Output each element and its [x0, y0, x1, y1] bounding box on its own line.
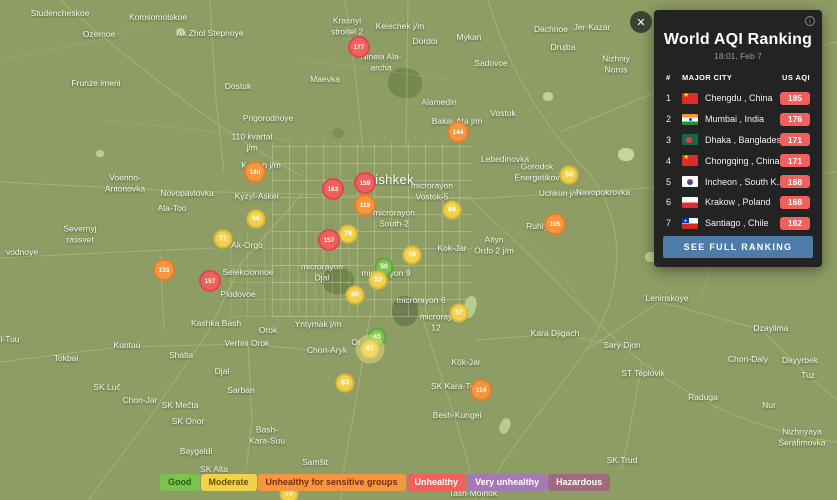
kr-flag-icon	[682, 176, 698, 187]
see-full-ranking-button[interactable]: SEE FULL RANKING	[663, 236, 813, 258]
city-name: Incheon , South K...	[705, 177, 780, 187]
city-name: Chengdu , China	[705, 93, 780, 103]
ranking-row[interactable]: 5 Incheon , South K...168	[654, 171, 822, 192]
aqi-badge: 176	[780, 113, 810, 126]
aqi-marker[interactable]: 60	[346, 286, 365, 305]
aqi-legend: GoodModerateUnhealthy for sensitive grou…	[160, 474, 610, 491]
rank-number: 3	[666, 135, 682, 145]
cn-flag-icon	[682, 155, 698, 166]
aqi-marker[interactable]: 159	[354, 172, 376, 194]
legend-item-very_unhealthy: Very unhealthy	[467, 474, 547, 491]
aqi-marker[interactable]: 144	[447, 121, 469, 143]
aqi-marker[interactable]: 76	[339, 225, 358, 244]
pl-flag-icon	[682, 197, 698, 208]
city-name: Mumbai , India	[705, 114, 780, 124]
aqi-badge: 168	[780, 196, 810, 209]
rank-number: 5	[666, 177, 682, 187]
close-icon: ✕	[636, 16, 645, 29]
ranking-row[interactable]: 2 Mumbai , India176	[654, 109, 822, 130]
aqi-marker[interactable]: 105	[544, 213, 566, 235]
rank-column-header: #	[666, 73, 682, 82]
ranking-row[interactable]: 6 Krakow , Poland168	[654, 192, 822, 213]
aqi-marker[interactable]: 67	[361, 340, 380, 359]
cn-flag-icon	[682, 93, 698, 104]
ranking-rows: 1 Chengdu , China185 2 Mumbai , India176 3 Dh…	[654, 88, 822, 234]
ranking-row[interactable]: 1 Chengdu , China185	[654, 88, 822, 109]
legend-item-hazardous: Hazardous	[548, 474, 610, 491]
aqi-marker[interactable]: 53	[369, 271, 388, 290]
city-column-header: MAJOR CITY	[682, 73, 782, 82]
aqi-marker[interactable]: 69	[443, 201, 462, 220]
aqi-marker[interactable]: 163	[322, 178, 344, 200]
city-name: Chongqing , China	[705, 156, 780, 166]
aqi-marker[interactable]: 66	[247, 210, 266, 229]
aqi-marker[interactable]: 59	[403, 246, 422, 265]
world-aqi-ranking-panel: i World AQI Ranking 18:01, Feb 7 # MAJOR…	[654, 10, 822, 267]
bd-flag-icon	[682, 134, 698, 145]
ranking-row[interactable]: 3 Dhaka , Bangladesh171	[654, 130, 822, 151]
aqi-marker[interactable]: 114	[470, 379, 492, 401]
aqi-marker[interactable]: 58	[560, 166, 579, 185]
ranking-header: # MAJOR CITY US AQI	[654, 73, 822, 82]
rank-number: 6	[666, 197, 682, 207]
city-name: Krakow , Poland	[705, 197, 780, 207]
legend-item-moderate: Moderate	[201, 474, 257, 491]
aqi-marker[interactable]: 133	[153, 259, 175, 281]
aqi-column-header: US AQI	[782, 73, 810, 82]
aqi-marker[interactable]: 157	[199, 270, 221, 292]
rank-number: 4	[666, 156, 682, 166]
city-name: Santiago , Chile	[705, 218, 780, 228]
legend-item-good: Good	[160, 474, 200, 491]
aqi-badge: 168	[780, 175, 810, 188]
legend-item-unhealthy: Unhealthy	[407, 474, 467, 491]
aqi-marker[interactable]: 140	[244, 161, 266, 183]
aqi-marker[interactable]: 157	[318, 229, 340, 251]
aqi-marker[interactable]: 57	[450, 304, 469, 323]
aqi-marker[interactable]: 71	[214, 230, 233, 249]
close-button[interactable]: ✕	[630, 11, 652, 33]
aqi-marker[interactable]: 177	[348, 36, 370, 58]
aqi-badge: 185	[780, 92, 810, 105]
in-flag-icon	[682, 114, 698, 125]
ranking-row[interactable]: 7 Santiago , Chile162	[654, 213, 822, 234]
city-name: Dhaka , Bangladesh	[705, 135, 780, 145]
rank-number: 7	[666, 218, 682, 228]
info-icon[interactable]: i	[805, 16, 815, 26]
rank-number: 2	[666, 114, 682, 124]
panel-title: World AQI Ranking	[660, 31, 816, 49]
aqi-badge: 171	[780, 133, 810, 146]
panel-timestamp: 18:01, Feb 7	[654, 51, 822, 61]
aqi-badge: 171	[780, 154, 810, 167]
aqi-badge: 162	[780, 217, 810, 230]
rank-number: 1	[666, 93, 682, 103]
map-canvas[interactable]: StudencheskoeKomsomolskoeOzernoeAk Zhol …	[0, 0, 837, 500]
legend-item-usg: Unhealthy for sensitive groups	[258, 474, 406, 491]
aqi-marker[interactable]: 119	[354, 194, 376, 216]
ranking-row[interactable]: 4 Chongqing , China171	[654, 150, 822, 171]
cl-flag-icon	[682, 218, 698, 229]
aqi-marker[interactable]: 63	[336, 374, 355, 393]
